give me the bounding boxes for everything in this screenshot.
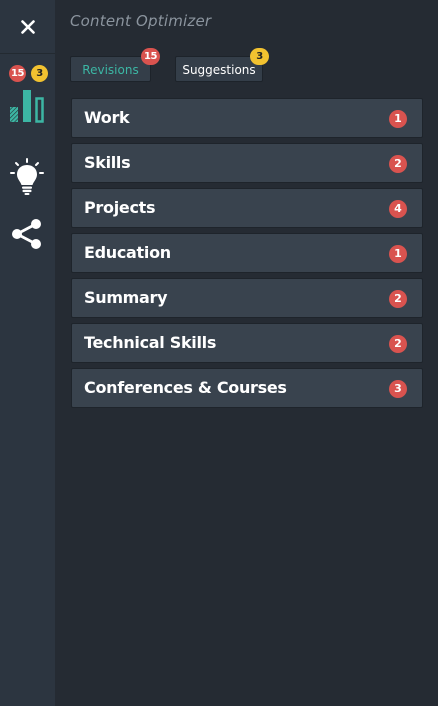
revision-count-badge: 2 [389, 290, 407, 308]
suggestions-tips-button[interactable] [0, 158, 55, 196]
lightbulb-icon [10, 158, 44, 195]
revision-count-badge: 3 [389, 380, 407, 398]
section-label: Conferences & Courses [84, 378, 287, 397]
tab-suggestions-badge: 3 [250, 48, 269, 65]
share-icon [12, 219, 41, 249]
panel-title: Content Optimizer [70, 12, 212, 30]
section-row-summary[interactable]: Summary 2 [71, 278, 423, 318]
bar-chart-icon [10, 90, 44, 123]
section-label: Projects [84, 198, 156, 217]
section-label: Work [84, 108, 130, 127]
section-row-projects[interactable]: Projects 4 [71, 188, 423, 228]
share-button[interactable] [0, 218, 55, 250]
suggestions-count-badge: 3 [31, 65, 48, 82]
revisions-count-badge: 15 [9, 65, 26, 82]
revision-count-badge: 1 [389, 110, 407, 128]
revision-count-badge: 2 [389, 335, 407, 353]
revision-count-badge: 1 [389, 245, 407, 263]
tab-revisions-badge: 15 [141, 48, 160, 65]
revision-count-badge: 2 [389, 155, 407, 173]
revision-sections-list: Work 1 Skills 2 Projects 4 Education 1 S… [71, 98, 423, 413]
section-row-skills[interactable]: Skills 2 [71, 143, 423, 183]
section-row-work[interactable]: Work 1 [71, 98, 423, 138]
section-label: Technical Skills [84, 333, 217, 352]
tab-revisions-label: Revisions [82, 63, 139, 77]
section-label: Summary [84, 288, 168, 307]
section-row-education[interactable]: Education 1 [71, 233, 423, 273]
tab-revisions[interactable]: Revisions 15 [70, 48, 160, 82]
tab-suggestions-label: Suggestions [182, 63, 256, 77]
sidebar: 15 3 [0, 0, 55, 706]
content-optimizer-panel: Content Optimizer Revisions 15 Suggestio… [55, 0, 438, 706]
revision-count-badge: 4 [389, 200, 407, 218]
close-button[interactable] [0, 0, 55, 54]
content-optimizer-button[interactable]: 15 3 [0, 65, 55, 125]
section-label: Education [84, 243, 171, 262]
section-row-technical-skills[interactable]: Technical Skills 2 [71, 323, 423, 363]
tab-suggestions[interactable]: Suggestions 3 [175, 48, 269, 82]
section-label: Skills [84, 153, 131, 172]
section-row-conferences-courses[interactable]: Conferences & Courses 3 [71, 368, 423, 408]
close-icon [20, 19, 35, 34]
